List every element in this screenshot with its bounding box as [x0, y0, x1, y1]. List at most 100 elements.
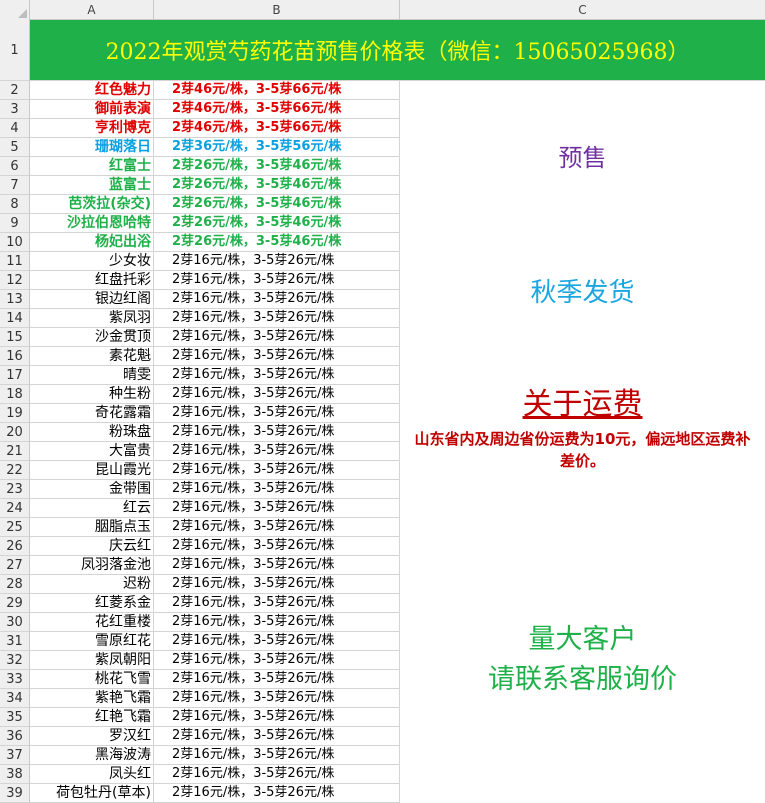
variety-name-cell[interactable]: 桃花飞雪	[30, 670, 154, 689]
variety-name-cell[interactable]: 昆山霞光	[30, 461, 154, 480]
price-cell[interactable]: 2芽26元/株，3-5芽46元/株	[154, 195, 400, 214]
row-number[interactable]: 5	[0, 138, 30, 157]
price-cell[interactable]: 2芽16元/株，3-5芽26元/株	[154, 689, 400, 708]
variety-name-cell[interactable]: 蓝富士	[30, 176, 154, 195]
row-number[interactable]: 14	[0, 309, 30, 328]
price-cell[interactable]: 2芽16元/株，3-5芽26元/株	[154, 651, 400, 670]
variety-name-cell[interactable]: 凤头红	[30, 765, 154, 784]
price-cell[interactable]: 2芽16元/株，3-5芽26元/株	[154, 271, 400, 290]
row-number[interactable]: 33	[0, 670, 30, 689]
row-number[interactable]: 20	[0, 423, 30, 442]
price-cell[interactable]: 2芽46元/株，3-5芽66元/株	[154, 81, 400, 100]
row-number[interactable]: 10	[0, 233, 30, 252]
variety-name-cell[interactable]: 大富贵	[30, 442, 154, 461]
row-number[interactable]: 16	[0, 347, 30, 366]
variety-name-cell[interactable]: 红艳飞霜	[30, 708, 154, 727]
shipping-fee-text[interactable]: 山东省内及周边省份运费为10元，偏远地区运费补差价。	[400, 428, 765, 472]
price-cell[interactable]: 2芽16元/株，3-5芽26元/株	[154, 442, 400, 461]
variety-name-cell[interactable]: 种生粉	[30, 385, 154, 404]
price-cell[interactable]: 2芽16元/株，3-5芽26元/株	[154, 613, 400, 632]
column-header-a[interactable]: A	[30, 0, 154, 20]
price-cell[interactable]: 2芽16元/株，3-5芽26元/株	[154, 461, 400, 480]
row-number[interactable]: 12	[0, 271, 30, 290]
variety-name-cell[interactable]: 雪原红花	[30, 632, 154, 651]
price-cell[interactable]: 2芽16元/株，3-5芽26元/株	[154, 480, 400, 499]
price-cell[interactable]: 2芽16元/株，3-5芽26元/株	[154, 575, 400, 594]
variety-name-cell[interactable]: 素花魁	[30, 347, 154, 366]
row-number[interactable]: 4	[0, 119, 30, 138]
price-cell[interactable]: 2芽16元/株，3-5芽26元/株	[154, 784, 400, 803]
variety-name-cell[interactable]: 亨利博克	[30, 119, 154, 138]
price-cell[interactable]: 2芽36元/株，3-5芽56元/株	[154, 138, 400, 157]
row-number[interactable]: 7	[0, 176, 30, 195]
price-cell[interactable]: 2芽16元/株，3-5芽26元/株	[154, 290, 400, 309]
variety-name-cell[interactable]: 紫凤羽	[30, 309, 154, 328]
variety-name-cell[interactable]: 红富士	[30, 157, 154, 176]
row-number[interactable]: 35	[0, 708, 30, 727]
row-number[interactable]: 31	[0, 632, 30, 651]
row-number[interactable]: 15	[0, 328, 30, 347]
row-number[interactable]: 29	[0, 594, 30, 613]
row-number[interactable]: 8	[0, 195, 30, 214]
row-number[interactable]: 6	[0, 157, 30, 176]
variety-name-cell[interactable]: 紫艳飞霜	[30, 689, 154, 708]
row-number[interactable]: 28	[0, 575, 30, 594]
price-cell[interactable]: 2芽26元/株，3-5芽46元/株	[154, 157, 400, 176]
price-cell[interactable]: 2芽16元/株，3-5芽26元/株	[154, 727, 400, 746]
variety-name-cell[interactable]: 金带围	[30, 480, 154, 499]
price-cell[interactable]: 2芽16元/株，3-5芽26元/株	[154, 366, 400, 385]
row-number[interactable]: 36	[0, 727, 30, 746]
price-cell[interactable]: 2芽16元/株，3-5芽26元/株	[154, 518, 400, 537]
column-header-b[interactable]: B	[154, 0, 400, 20]
row-number[interactable]: 26	[0, 537, 30, 556]
variety-name-cell[interactable]: 芭茨拉(杂交)	[30, 195, 154, 214]
autumn-shipping-note[interactable]: 秋季发货	[400, 235, 765, 345]
variety-name-cell[interactable]: 紫凤朝阳	[30, 651, 154, 670]
variety-name-cell[interactable]: 杨妃出浴	[30, 233, 154, 252]
row-number[interactable]: 34	[0, 689, 30, 708]
variety-name-cell[interactable]: 红云	[30, 499, 154, 518]
price-cell[interactable]: 2芽16元/株，3-5芽26元/株	[154, 537, 400, 556]
variety-name-cell[interactable]: 庆云红	[30, 537, 154, 556]
price-cell[interactable]: 2芽16元/株，3-5芽26元/株	[154, 765, 400, 784]
variety-name-cell[interactable]: 罗汉红	[30, 727, 154, 746]
price-cell[interactable]: 2芽16元/株，3-5芽26元/株	[154, 328, 400, 347]
price-cell[interactable]: 2芽16元/株，3-5芽26元/株	[154, 708, 400, 727]
price-cell[interactable]: 2芽16元/株，3-5芽26元/株	[154, 309, 400, 328]
variety-name-cell[interactable]: 迟粉	[30, 575, 154, 594]
variety-name-cell[interactable]: 奇花露霜	[30, 404, 154, 423]
variety-name-cell[interactable]: 荷包牡丹(草本)	[30, 784, 154, 803]
variety-name-cell[interactable]: 红菱系金	[30, 594, 154, 613]
variety-name-cell[interactable]: 御前表演	[30, 100, 154, 119]
price-cell[interactable]: 2芽16元/株，3-5芽26元/株	[154, 499, 400, 518]
price-cell[interactable]: 2芽16元/株，3-5芽26元/株	[154, 423, 400, 442]
price-cell[interactable]: 2芽26元/株，3-5芽46元/株	[154, 214, 400, 233]
row-number[interactable]: 38	[0, 765, 30, 784]
row-number[interactable]: 37	[0, 746, 30, 765]
price-cell[interactable]: 2芽26元/株，3-5芽46元/株	[154, 233, 400, 252]
price-cell[interactable]: 2芽26元/株，3-5芽46元/株	[154, 176, 400, 195]
row-number[interactable]: 19	[0, 404, 30, 423]
price-cell[interactable]: 2芽16元/株，3-5芽26元/株	[154, 746, 400, 765]
row-number[interactable]: 18	[0, 385, 30, 404]
variety-name-cell[interactable]: 沙金贯顶	[30, 328, 154, 347]
variety-name-cell[interactable]: 沙拉伯恩哈特	[30, 214, 154, 233]
title-cell[interactable]: 2022年观赏芍药花苗预售价格表（微信：15065025968）	[30, 20, 765, 81]
variety-name-cell[interactable]: 胭脂点玉	[30, 518, 154, 537]
variety-name-cell[interactable]: 晴雯	[30, 366, 154, 385]
price-cell[interactable]: 2芽16元/株，3-5芽26元/株	[154, 670, 400, 689]
price-cell[interactable]: 2芽16元/株，3-5芽26元/株	[154, 594, 400, 613]
column-header-c[interactable]: C	[400, 0, 765, 20]
variety-name-cell[interactable]: 红盘托彩	[30, 271, 154, 290]
bulk-customer-note[interactable]: 量大客户 请联系客服询价	[400, 620, 765, 700]
price-cell[interactable]: 2芽16元/株，3-5芽26元/株	[154, 385, 400, 404]
price-cell[interactable]: 2芽16元/株，3-5芽26元/株	[154, 347, 400, 366]
variety-name-cell[interactable]: 红色魅力	[30, 81, 154, 100]
shipping-fee-title[interactable]: 关于运费	[400, 385, 765, 425]
variety-name-cell[interactable]: 粉珠盘	[30, 423, 154, 442]
select-all-corner[interactable]	[0, 0, 30, 20]
row-number[interactable]: 30	[0, 613, 30, 632]
row-number[interactable]: 1	[0, 20, 30, 81]
row-number[interactable]: 23	[0, 480, 30, 499]
row-number[interactable]: 22	[0, 461, 30, 480]
